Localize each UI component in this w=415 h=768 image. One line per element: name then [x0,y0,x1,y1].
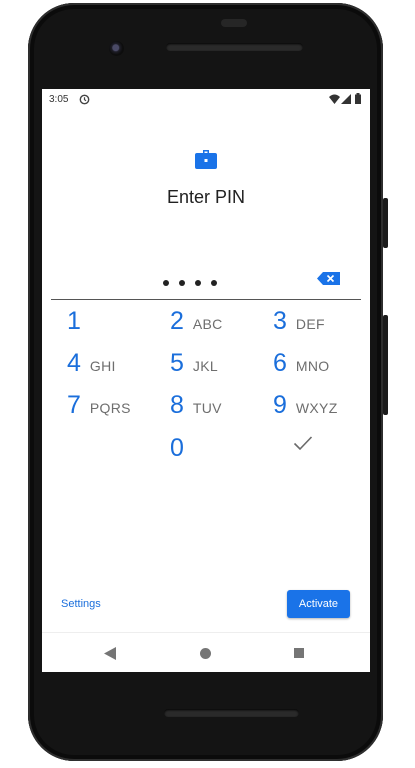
sync-icon [79,94,90,105]
key-letters: WXYZ [295,400,338,416]
power-button [383,198,388,248]
key-digit: 7 [67,391,81,419]
briefcase-icon [195,150,217,169]
key-letters: ABC [192,316,223,332]
pin-dot [179,280,185,286]
pin-dot [195,280,201,286]
keypad-key-7[interactable]: 7 PQRS [67,391,167,431]
device-screen: 3:05 Enter PIN 1 2 ABC 3 DEF 4 GHI 5 JKL 6 MNO 7 PQR… [42,89,370,672]
settings-button[interactable]: Settings [61,598,101,610]
wifi-icon [329,94,340,104]
keypad-key-9[interactable]: 9 WXYZ [273,391,370,431]
key-letters: TUV [192,400,222,416]
keypad-key-8[interactable]: 8 TUV [170,391,270,431]
check-icon[interactable] [293,435,313,451]
key-letters: GHI [89,358,116,374]
front-camera [109,41,124,56]
key-digit: 8 [170,391,184,419]
battery-icon [355,93,361,104]
recents-icon[interactable] [294,648,304,658]
keypad-key-4[interactable]: 4 GHI [67,349,167,389]
pin-entry-dots [163,273,227,286]
bottom-speaker [164,709,299,717]
pin-dot [163,280,169,286]
page-title: Enter PIN [166,187,246,207]
pin-dot [211,280,217,286]
status-bar: 3:05 [42,89,370,111]
activate-button[interactable]: Activate [287,590,350,618]
key-digit: 0 [170,434,184,462]
keypad-key-2[interactable]: 2 ABC [170,307,270,347]
proximity-sensor [221,19,247,27]
pin-divider [51,299,361,300]
key-letters: JKL [192,358,218,374]
volume-button [383,315,388,415]
key-digit: 2 [170,307,184,335]
keypad-key-3[interactable]: 3 DEF [273,307,370,347]
key-letters: DEF [295,316,325,332]
top-speaker [166,43,303,51]
key-digit: 5 [170,349,184,377]
keypad-key-5[interactable]: 5 JKL [170,349,270,389]
keypad-key-1[interactable]: 1 [67,307,167,347]
key-letters: MNO [295,358,330,374]
key-letters: PQRS [89,400,131,416]
signal-icon [341,94,351,104]
navigation-bar [42,632,370,672]
backspace-icon[interactable] [317,272,340,285]
status-time: 3:05 [49,94,69,105]
home-icon[interactable] [200,648,211,659]
key-digit: 6 [273,349,287,377]
key-digit: 1 [67,307,81,335]
key-digit: 9 [273,391,287,419]
key-digit: 3 [273,307,287,335]
key-digit: 4 [67,349,81,377]
back-icon[interactable] [104,647,116,660]
keypad-key-6[interactable]: 6 MNO [273,349,370,389]
keypad-key-0[interactable]: 0 [170,434,270,474]
